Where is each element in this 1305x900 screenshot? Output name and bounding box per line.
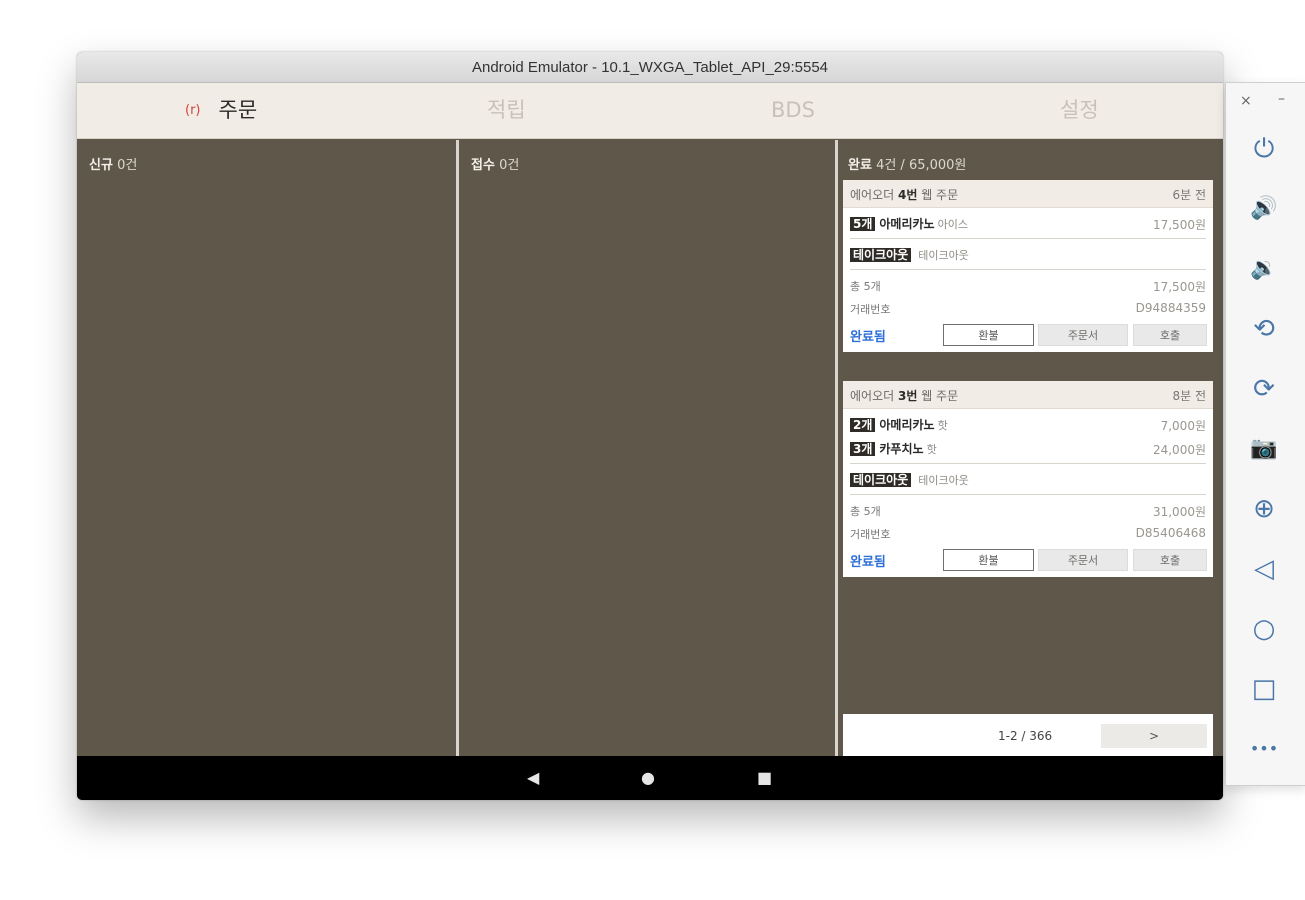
emulator-toolbar: × – ⏻ 🔊 🔉 ⟲ ⟳ 📷 ⊕ ◁ ○ □ ••• xyxy=(1225,82,1305,786)
receipt-button[interactable]: 주문서 xyxy=(1038,549,1128,571)
takeout-row: 테이크아웃 테이크아웃 xyxy=(843,239,1213,269)
transaction-row: 거래번호 D85406468 xyxy=(843,521,1213,547)
rotate-right-icon[interactable]: ⟳ xyxy=(1244,369,1284,409)
item-name: 아메리카노 xyxy=(879,217,935,231)
column-accepted-header: 접수 0건 xyxy=(471,154,519,173)
order-channel: 웹 주문 xyxy=(917,188,959,202)
camera-icon[interactable]: 📷 xyxy=(1244,429,1284,469)
refund-button[interactable]: 환불 xyxy=(943,549,1034,571)
receipt-button[interactable]: 주문서 xyxy=(1038,324,1128,346)
column-new-count: 0건 xyxy=(117,158,138,173)
order-card-header: 에어오더 3번 웹 주문 8분 전 xyxy=(843,381,1213,409)
order-item-row: 2개 아메리카노 핫 7,000원 xyxy=(843,409,1213,435)
window-titlebar: Android Emulator - 10.1_WXGA_Tablet_API_… xyxy=(77,52,1223,83)
top-tab-bar: (r) 주문 적립 BDS 설정 xyxy=(77,83,1223,139)
order-channel: 웹 주문 xyxy=(917,389,959,403)
transaction-row: 거래번호 D94884359 xyxy=(843,296,1213,322)
order-title: 에어오더 4번 웹 주문 xyxy=(850,186,958,203)
item-qty-badge: 2개 xyxy=(850,418,876,432)
rotate-left-icon[interactable]: ⟲ xyxy=(1244,309,1284,349)
tab-settings[interactable]: 설정 xyxy=(1060,83,1099,138)
nav-recents-icon[interactable]: ■ xyxy=(757,768,772,787)
volume-up-icon[interactable]: 🔊 xyxy=(1244,189,1284,229)
order-item-row: 3개 카푸치노 핫 24,000원 xyxy=(843,435,1213,463)
column-completed: 완료 4건 / 65,000원 에어오더 4번 웹 주문 6분 전 5개 아메리카… xyxy=(838,140,1223,758)
refund-button[interactable]: 환불 xyxy=(943,324,1034,346)
takeout-text: 테이크아웃 xyxy=(918,474,969,487)
pagination: 1-2 / 366 > xyxy=(843,714,1213,758)
item-option: 아이스 xyxy=(937,218,968,231)
tab-orders-label: 주문 xyxy=(218,98,258,122)
column-accepted: 접수 0건 xyxy=(459,140,835,756)
transaction-label: 거래번호 xyxy=(850,303,891,316)
item-option: 핫 xyxy=(937,419,948,432)
takeout-badge: 테이크아웃 xyxy=(850,248,912,262)
order-indicator-icon: (r) xyxy=(185,103,201,118)
column-completed-label: 완료 xyxy=(848,158,872,173)
transaction-number: D85406468 xyxy=(1135,526,1206,540)
order-card-header: 에어오더 4번 웹 주문 6분 전 xyxy=(843,180,1213,208)
call-button[interactable]: 호출 xyxy=(1133,549,1207,571)
android-nav-bar: ◀ ● ■ xyxy=(77,756,1223,800)
item-qty-badge: 3개 xyxy=(850,442,876,456)
order-status: 완료됨 xyxy=(850,555,886,570)
emulator-window: Android Emulator - 10.1_WXGA_Tablet_API_… xyxy=(77,52,1223,800)
order-status: 완료됨 xyxy=(850,330,886,345)
call-button[interactable]: 호출 xyxy=(1133,324,1207,346)
more-icon[interactable]: ••• xyxy=(1244,729,1284,769)
close-icon[interactable]: × xyxy=(1240,93,1252,109)
volume-down-icon[interactable]: 🔉 xyxy=(1244,249,1284,289)
order-source: 에어오더 xyxy=(850,389,898,403)
item-price: 24,000원 xyxy=(1152,443,1206,457)
transaction-number: D94884359 xyxy=(1135,301,1206,315)
order-number: 3번 xyxy=(897,389,918,403)
total-label: 총 5개 xyxy=(850,280,881,293)
tab-bds[interactable]: BDS xyxy=(771,83,815,138)
pagination-count: 1-2 / 366 xyxy=(998,729,1053,743)
item-name: 아메리카노 xyxy=(879,418,935,432)
order-source: 에어오더 xyxy=(850,188,898,202)
order-card[interactable]: 에어오더 4번 웹 주문 6분 전 5개 아메리카노 아이스 17,500원 테이크… xyxy=(843,180,1213,352)
order-time: 6분 전 xyxy=(1172,188,1206,202)
zoom-icon[interactable]: ⊕ xyxy=(1244,489,1284,529)
order-actions: 완료됨 환불 주문서 호출 xyxy=(843,547,1213,577)
total-row: 총 5개 17,500원 xyxy=(843,270,1213,296)
item-price: 7,000원 xyxy=(1160,419,1206,433)
column-accepted-label: 접수 xyxy=(471,158,495,173)
item-name: 카푸치노 xyxy=(879,442,924,456)
total-label: 총 5개 xyxy=(850,505,881,518)
power-icon[interactable]: ⏻ xyxy=(1244,129,1284,169)
transaction-label: 거래번호 xyxy=(850,528,891,541)
order-card[interactable]: 에어오더 3번 웹 주문 8분 전 2개 아메리카노 핫 7,000원 3개 카푸치노… xyxy=(843,381,1213,577)
takeout-text: 테이크아웃 xyxy=(918,249,969,262)
order-item-row: 5개 아메리카노 아이스 17,500원 xyxy=(843,208,1213,238)
item-option: 핫 xyxy=(926,443,937,456)
nav-back-icon[interactable]: ◀ xyxy=(527,768,539,787)
takeout-row: 테이크아웃 테이크아웃 xyxy=(843,464,1213,494)
column-completed-header: 완료 4건 / 65,000원 xyxy=(848,154,966,173)
nav-home-icon[interactable]: ● xyxy=(641,768,655,787)
column-new-label: 신규 xyxy=(89,158,113,173)
order-number: 4번 xyxy=(897,188,918,202)
back-icon[interactable]: ◁ xyxy=(1244,549,1284,589)
tab-orders[interactable]: (r) 주문 xyxy=(185,83,257,138)
takeout-badge: 테이크아웃 xyxy=(850,473,912,487)
column-new: 신규 0건 xyxy=(77,140,456,756)
column-completed-count: 4건 / 65,000원 xyxy=(876,158,967,173)
column-new-header: 신규 0건 xyxy=(89,154,137,173)
next-page-button[interactable]: > xyxy=(1101,724,1207,748)
overview-icon[interactable]: □ xyxy=(1244,669,1284,709)
item-price: 17,500원 xyxy=(1152,218,1206,232)
total-price: 31,000원 xyxy=(1152,505,1206,519)
order-title: 에어오더 3번 웹 주문 xyxy=(850,387,958,404)
tab-points[interactable]: 적립 xyxy=(487,83,526,138)
home-icon[interactable]: ○ xyxy=(1244,609,1284,649)
minimize-icon[interactable]: – xyxy=(1278,91,1285,107)
total-row: 총 5개 31,000원 xyxy=(843,495,1213,521)
column-accepted-count: 0건 xyxy=(499,158,520,173)
order-actions: 완료됨 환불 주문서 호출 xyxy=(843,322,1213,352)
order-time: 8분 전 xyxy=(1172,389,1206,403)
total-price: 17,500원 xyxy=(1152,280,1206,294)
item-qty-badge: 5개 xyxy=(850,217,876,231)
